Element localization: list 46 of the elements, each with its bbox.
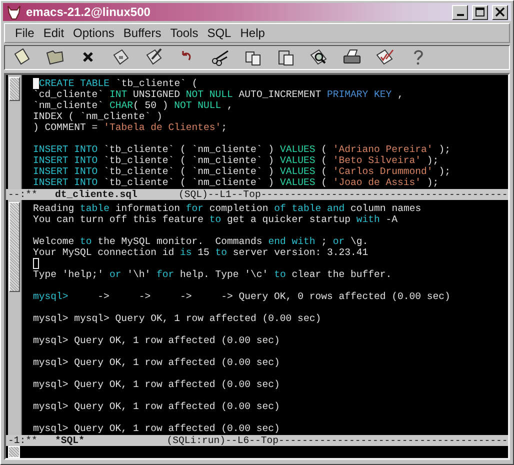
maximize-icon <box>475 7 485 18</box>
buffer-name: dt_cliente.sql <box>55 189 138 200</box>
code-line: INSERT INTO `tb_cliente` ( `nm_cliente` ) VALUES ( 'Adriano Pereira' ); <box>33 144 450 155</box>
code-line: INSERT INTO `tb_cliente` ( `nm_cliente` ) VALUES ( 'Carlos Drummond' ); <box>33 166 450 177</box>
code-line: mysql> -> -> -> -> Query OK, 0 rows affected (0.00 sec) <box>33 291 450 302</box>
scrollbar-thumb[interactable] <box>9 77 20 101</box>
code-line: ) COMMENT = 'Tabela de Clientes'; <box>33 122 228 133</box>
code-line: INDEX ( `nm_cliente` ) <box>33 111 162 122</box>
buffer-status: --:** <box>8 189 38 200</box>
scrollbar[interactable] <box>8 75 22 189</box>
app-icon <box>6 4 22 20</box>
code-line: Reading table information for completion of table and column names <box>33 203 422 214</box>
scrollbar[interactable] <box>8 200 22 435</box>
maximize-button[interactable] <box>472 4 488 20</box>
minimize-icon <box>456 14 464 16</box>
menu-item[interactable]: Buffers <box>119 26 166 40</box>
code-line: `nm_cliente` CHAR( 50 ) NOT NULL , <box>33 100 233 111</box>
menu-item[interactable]: Edit <box>39 26 70 40</box>
code-line: CREATE TABLE `tb_cliente` ( <box>39 78 198 89</box>
menu-item[interactable]: Help <box>236 26 270 40</box>
code-line: Your MySQL connection id is 15 to server version: 3.23.41 <box>33 247 368 258</box>
mode-info: (SQL)--L1--Top------------------------------------------ <box>178 189 508 200</box>
code-line: mysql> mysql> Query OK, 1 row affected (0.00 sec) <box>33 313 322 324</box>
code-line: mysql> Query OK, 1 row affected (0.00 sec) <box>33 423 280 434</box>
code-line: INSERT INTO `tb_cliente` ( `nm_cliente` ) VALUES ( 'Beto Silveira' ); <box>33 155 439 166</box>
minimize-button[interactable] <box>452 4 468 20</box>
close-icon <box>495 7 505 18</box>
close-button[interactable] <box>492 4 508 20</box>
code-line: Type 'help;' or '\h' for help. Type '\c' to clear the buffer. <box>33 269 392 280</box>
buffer-status: -1:** <box>8 435 38 446</box>
code-line: mysql> Query OK, 1 row affected (0.00 sec) <box>33 357 280 368</box>
buffer-name: *SQL* <box>55 435 84 446</box>
scrollbar-thumb[interactable] <box>9 202 20 292</box>
code-line: mysql> Query OK, 1 row affected (0.00 sec) <box>33 379 280 390</box>
code-line: mysql> Query OK, 1 row affected (0.00 sec) <box>33 335 280 346</box>
code-line: Welcome to the MySQL monitor. Commands end with ; or \g. <box>33 236 368 247</box>
code-line: `cd_cliente` INT UNSIGNED NOT NULL AUTO_INCREMENT PRIMARY KEY , <box>33 89 404 100</box>
code-line: mysql> Query OK, 1 row affected (0.00 sec) <box>33 401 280 412</box>
code-line: INSERT INTO `tb_cliente` ( `nm_cliente` ) VALUES ( 'Joao de Assis' ); <box>33 177 439 188</box>
menu-item[interactable]: Options <box>69 26 120 40</box>
code-line: You can turn off this feature to get a quicker startup with -A <box>33 214 398 225</box>
menu-item[interactable]: SQL <box>203 26 236 40</box>
mode-info: (SQLi:run)--L6--Top--------------------------------------- <box>166 435 508 446</box>
menu-item[interactable]: Tools <box>166 26 204 40</box>
window-title: emacs-21.2@linux500 <box>26 5 152 20</box>
menu-item[interactable]: File <box>11 26 40 40</box>
